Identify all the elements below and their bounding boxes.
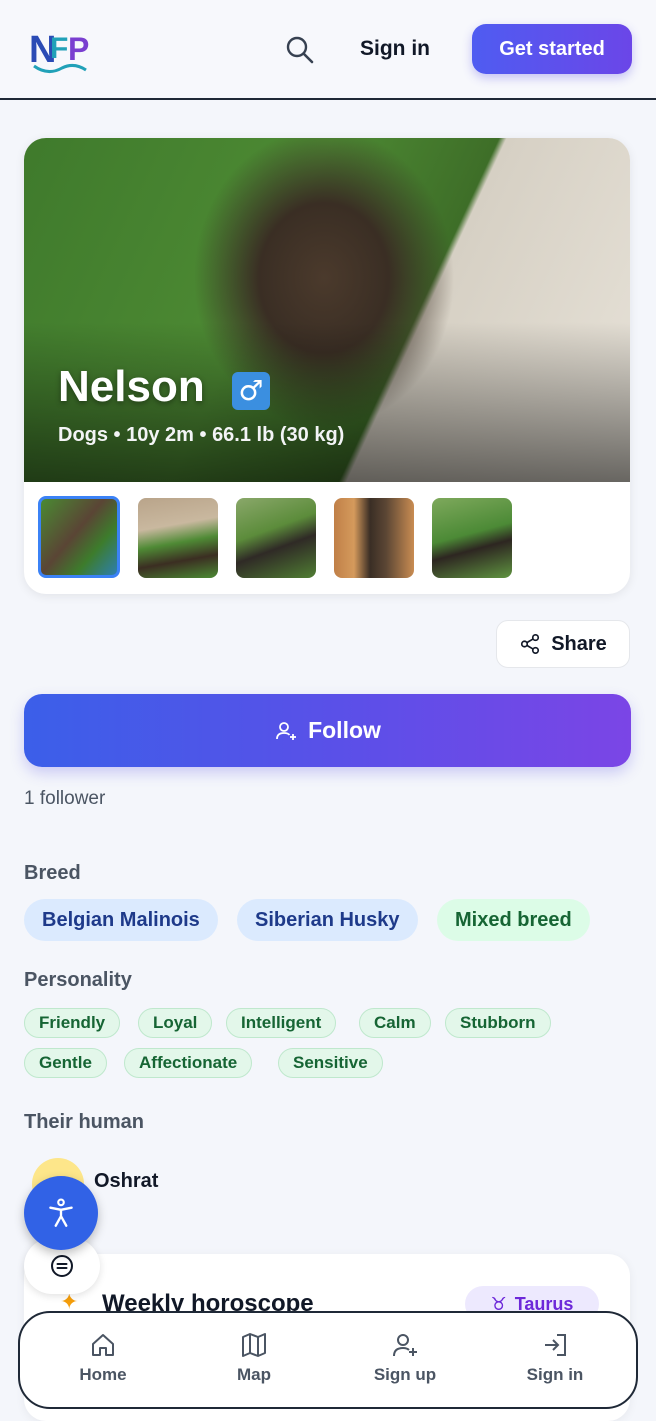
personality-tag: Calm [359, 1008, 431, 1038]
sign-in-icon [545, 1334, 566, 1356]
personality-title: Personality [24, 969, 132, 991]
photo-thumbnail-5[interactable] [432, 498, 512, 578]
photo-thumbnail-3[interactable] [236, 498, 316, 578]
personality-tag: Stubborn [445, 1008, 551, 1038]
nav-item-sign-in[interactable]: Sign in [500, 1331, 610, 1395]
search-icon [286, 36, 314, 64]
personality-tag: Gentle [24, 1048, 107, 1078]
personality-tag: Friendly [24, 1008, 121, 1038]
follower-count[interactable]: 1 follower [24, 788, 105, 810]
search-button[interactable] [284, 34, 316, 66]
male-gender-icon: ♂ [232, 372, 270, 410]
nav-item-home[interactable]: Home [48, 1331, 158, 1395]
nav-label: Home [79, 1365, 127, 1384]
chat-icon [51, 1255, 73, 1277]
svg-text:F: F [50, 32, 68, 65]
human-name[interactable]: Oshrat [94, 1170, 158, 1193]
svg-text:P: P [68, 31, 89, 67]
bottom-navigation: Home Map Sign up Sign in [18, 1311, 638, 1409]
map-icon [242, 1333, 266, 1357]
personality-tag: Sensitive [278, 1048, 383, 1078]
home-icon [92, 1334, 114, 1356]
personality-tag: Affectionate [124, 1048, 253, 1078]
follow-label: Follow [308, 717, 381, 743]
nav-label: Sign in [526, 1365, 584, 1384]
accessibility-icon [49, 1198, 73, 1227]
get-started-button[interactable]: Get started [472, 24, 632, 74]
sign-in-link[interactable]: Sign in [360, 34, 430, 64]
photo-thumbnail-4[interactable] [334, 498, 414, 578]
follow-button[interactable]: Follow [24, 694, 631, 767]
photo-thumbnail-2[interactable] [138, 498, 218, 578]
breed-tag[interactable]: Belgian Malinois [24, 899, 218, 941]
pet-hero-card: Nelson ♂ Dogs • 10y 2m • 66.1 lb (30 kg) [24, 138, 630, 594]
share-icon [521, 634, 540, 654]
accessibility-button[interactable] [24, 1176, 98, 1250]
personality-tag: Intelligent [226, 1008, 337, 1038]
top-header: N F P Sign in Get started [0, 0, 656, 100]
user-plus-icon [276, 721, 297, 740]
breed-tag[interactable]: Mixed breed [437, 899, 590, 941]
pet-meta: Dogs • 10y 2m • 66.1 lb (30 kg) [58, 424, 345, 446]
breed-title: Breed [24, 862, 81, 884]
share-label: Share [551, 632, 607, 655]
nfp-logo[interactable]: N F P [28, 22, 94, 76]
nav-label: Map [237, 1365, 271, 1384]
nav-item-map[interactable]: Map [199, 1331, 309, 1395]
photo-thumbnail-1[interactable] [38, 496, 120, 578]
user-plus-icon [393, 1334, 417, 1357]
nav-label: Sign up [373, 1365, 437, 1384]
nav-item-sign-up[interactable]: Sign up [350, 1331, 460, 1395]
their-human-title: Their human [24, 1111, 145, 1133]
pet-name: Nelson [58, 362, 205, 411]
personality-tag: Loyal [138, 1008, 213, 1038]
breed-tag[interactable]: Siberian Husky [237, 899, 418, 941]
share-button[interactable]: Share [496, 620, 630, 668]
